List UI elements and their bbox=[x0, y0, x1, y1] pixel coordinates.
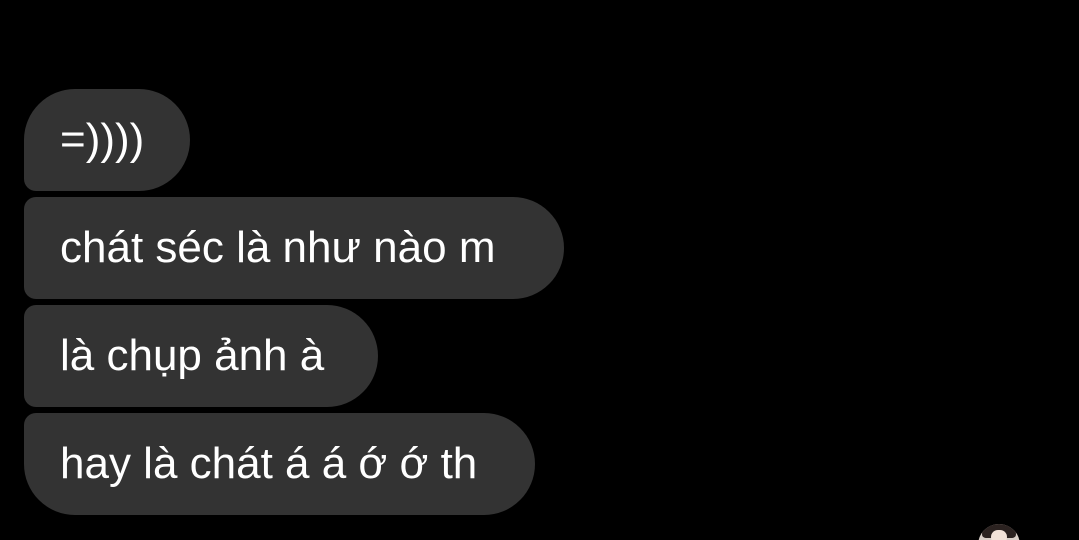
message-bubble-2[interactable]: chát séc là như nào m bbox=[24, 197, 564, 299]
chat-screen: =)))) chát séc là như nào m là chụp ảnh … bbox=[0, 0, 1079, 540]
message-bubble-1[interactable]: =)))) bbox=[24, 89, 190, 191]
message-bubble-4[interactable]: hay là chát á á ớ ớ th bbox=[24, 413, 535, 515]
avatar-face bbox=[991, 530, 1007, 540]
avatar[interactable] bbox=[978, 524, 1020, 540]
message-bubble-3[interactable]: là chụp ảnh à bbox=[24, 305, 378, 407]
